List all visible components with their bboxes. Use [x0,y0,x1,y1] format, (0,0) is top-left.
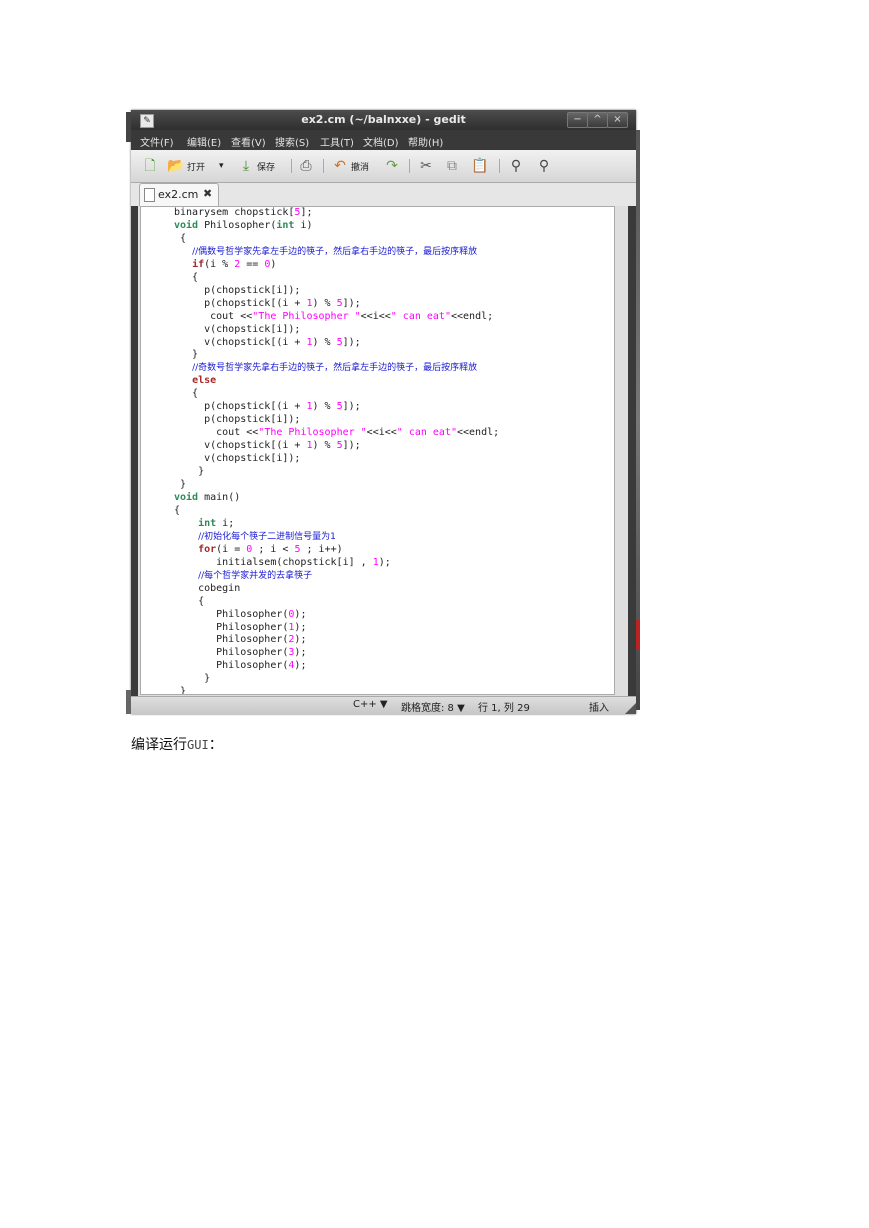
toolbar-separator [291,159,292,173]
new-file-icon: 🗋 [144,158,156,174]
redo-icon: ↷ [386,158,398,174]
code-text[interactable]: binarysem chopstick[5]; void Philosopher… [174,207,499,694]
replace-icon: ⚲ [538,158,550,174]
paste-icon: 📋 [471,158,489,174]
paste-button[interactable]: 📋 [471,156,491,176]
cut-button[interactable]: ✂ [417,156,437,176]
language-selector[interactable]: C++ ▼ [353,699,388,710]
close-button[interactable]: × [607,112,628,128]
search-icon: ⚲ [510,158,522,174]
print-button[interactable]: ⎙ [297,156,317,176]
save-icon: ⤓ [242,158,250,174]
resize-grip-icon[interactable] [624,703,636,714]
document-icon [144,188,155,202]
undo-button[interactable]: ↶ 撤消 [331,156,369,176]
toolbar-separator [409,159,410,173]
minimize-button[interactable]: − [567,112,588,128]
status-bar: C++ ▼ 跳格宽度: 8 ▼ 行 1, 列 29 插入 [131,696,636,714]
menu-file[interactable]: 文件(F) [140,134,174,149]
menu-help[interactable]: 帮助(H) [408,134,443,149]
toolbar-separator [499,159,500,173]
menu-tools[interactable]: 工具(T) [320,134,354,149]
open-recent-dropdown[interactable]: ▾ [219,156,224,176]
copy-button[interactable]: ⧉ [443,156,463,176]
new-file-button[interactable]: 🗋 [141,156,161,176]
print-icon: ⎙ [300,158,312,174]
maximize-button[interactable]: ^ [587,112,608,128]
desktop-sliver [126,112,131,142]
dropdown-arrow-icon: ▾ [219,161,224,171]
desktop-sliver [636,620,640,650]
save-button-label: 保存 [257,162,276,173]
open-folder-icon: 📂 [167,158,185,174]
editor-frame: binarysem chopstick[5]; void Philosopher… [138,206,628,696]
menu-edit[interactable]: 编辑(E) [187,134,221,149]
toolbar: 🗋 📂 打开 ▾ ⤓ 保存 ⎙ ↶ 撤消 ↷ ✂ ⧉ 📋 ⚲ ⚲ [131,150,636,183]
document-tab-bar: ex2.cm ✖ [131,183,636,206]
caption-text: 编译运行GUI： [131,737,223,753]
insert-mode: 插入 [589,703,609,714]
desktop-sliver [126,690,131,714]
title-bar[interactable]: ✎ ex2.cm (~/balnxxe) - gedit − ^ × [131,110,636,130]
tab-close-icon[interactable]: ✖ [203,187,212,200]
undo-icon: ↶ [334,158,346,174]
redo-button[interactable]: ↷ [383,156,403,176]
tab-ex2-cm[interactable]: ex2.cm ✖ [139,183,219,206]
menu-documents[interactable]: 文档(D) [363,134,399,149]
open-button[interactable]: 📂 打开 [167,156,205,176]
tab-label: ex2.cm [158,188,199,201]
menu-view[interactable]: 查看(V) [231,134,266,149]
gedit-window: ✎ ex2.cm (~/balnxxe) - gedit − ^ × 文件(F)… [131,110,636,714]
cut-icon: ✂ [420,158,432,174]
toolbar-separator [323,159,324,173]
code-editor[interactable]: binarysem chopstick[5]; void Philosopher… [140,206,615,695]
search-button[interactable]: ⚲ [507,156,527,176]
tab-width-selector[interactable]: 跳格宽度: 8 ▼ [401,699,465,714]
cursor-position: 行 1, 列 29 [478,703,530,714]
copy-icon: ⧉ [447,158,457,174]
window-title: ex2.cm (~/balnxxe) - gedit [301,113,466,126]
replace-button[interactable]: ⚲ [535,156,555,176]
open-button-label: 打开 [187,162,206,173]
menu-bar: 文件(F) 编辑(E) 查看(V) 搜索(S) 工具(T) 文档(D) 帮助(H… [131,130,636,150]
menu-search[interactable]: 搜索(S) [275,134,309,149]
save-button[interactable]: ⤓ 保存 [237,156,275,176]
undo-button-label: 撤消 [351,162,370,173]
